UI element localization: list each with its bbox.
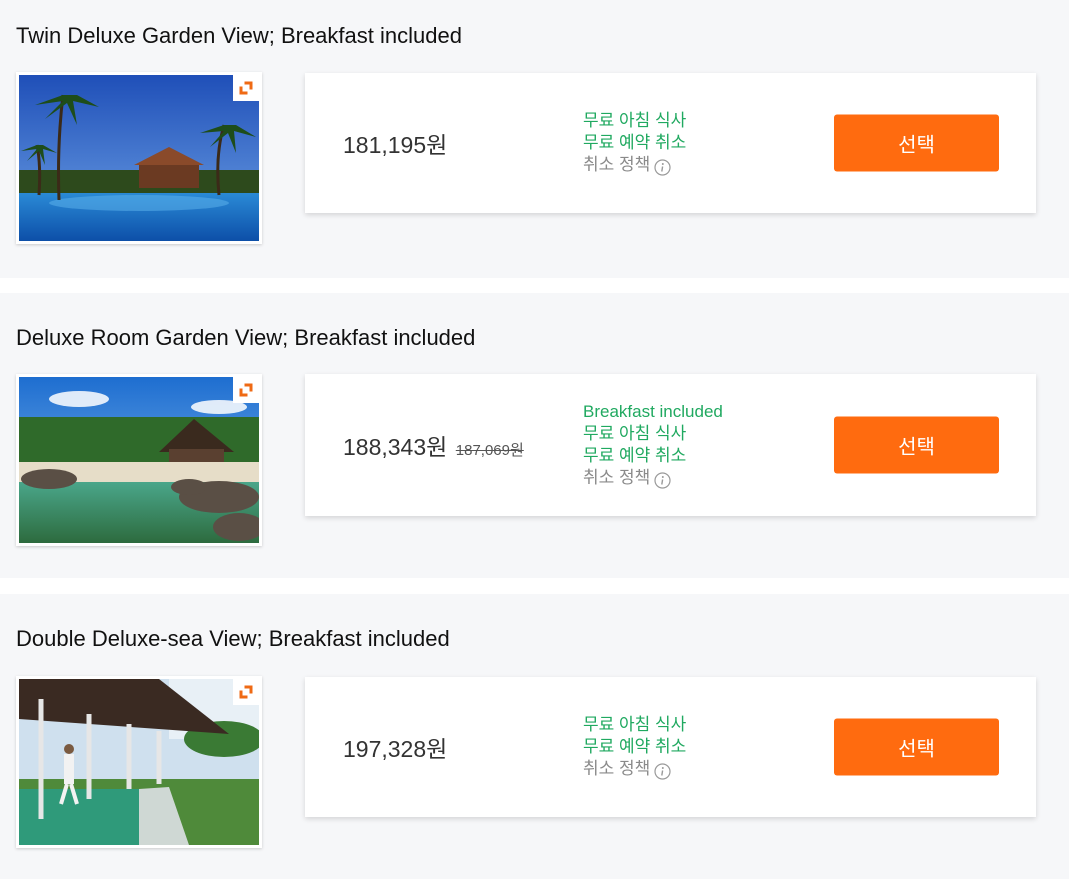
pool-photo: [19, 75, 259, 241]
rate-card: 181,195원 무료 아침 식사 무료 예약 취소 취소 정책 선택: [305, 73, 1036, 213]
price: 181,195원: [343, 132, 448, 158]
room-photo[interactable]: [16, 374, 262, 546]
benefits-list: 무료 아침 식사 무료 예약 취소 취소 정책: [583, 714, 686, 780]
room-listing-1: Twin Deluxe Garden View; Breakfast inclu…: [0, 0, 1069, 278]
info-icon[interactable]: [654, 471, 671, 489]
benefits-list: 무료 아침 식사 무료 예약 취소 취소 정책: [583, 110, 686, 176]
price-block: 188,343원 187,069원: [343, 428, 524, 462]
expand-icon[interactable]: [233, 377, 259, 403]
expand-icon[interactable]: [233, 75, 259, 101]
room-listing-3: Double Deluxe-sea View; Breakfast includ…: [0, 594, 1069, 879]
select-button[interactable]: 선택: [834, 718, 999, 776]
benefit-free-cancellation: 무료 예약 취소: [583, 737, 687, 756]
info-icon[interactable]: [654, 158, 671, 176]
rate-card: 197,328원 무료 아침 식사 무료 예약 취소 취소 정책 선택: [305, 677, 1036, 817]
golf-range-photo: [19, 679, 259, 845]
info-icon[interactable]: [654, 762, 671, 780]
policy-label: 취소 정책: [583, 759, 651, 778]
benefit-free-cancellation: 무료 예약 취소: [583, 133, 687, 152]
policy-label: 취소 정책: [583, 468, 651, 487]
price-block: 181,195원: [343, 126, 447, 160]
rate-card: 188,343원 187,069원 Breakfast included 무료 …: [305, 374, 1036, 516]
room-title: Double Deluxe-sea View; Breakfast includ…: [16, 626, 450, 651]
price: 197,328원: [343, 736, 448, 762]
select-button[interactable]: 선택: [834, 416, 999, 474]
room-title: Twin Deluxe Garden View; Breakfast inclu…: [16, 23, 462, 48]
benefit-free-breakfast: 무료 아침 식사: [583, 424, 687, 443]
cancellation-policy-link[interactable]: 취소 정책: [583, 467, 723, 489]
room-listing-2: Deluxe Room Garden View; Breakfast inclu…: [0, 293, 1069, 578]
room-title: Deluxe Room Garden View; Breakfast inclu…: [16, 325, 476, 350]
benefit-breakfast-included: Breakfast included: [583, 402, 723, 421]
select-button[interactable]: 선택: [834, 114, 999, 172]
room-photo[interactable]: [16, 676, 262, 848]
benefits-list: Breakfast included 무료 아침 식사 무료 예약 취소 취소 …: [583, 401, 723, 489]
benefit-free-cancellation: 무료 예약 취소: [583, 446, 687, 465]
benefit-free-breakfast: 무료 아침 식사: [583, 111, 687, 130]
price-block: 197,328원: [343, 730, 447, 764]
cancellation-policy-link[interactable]: 취소 정책: [583, 154, 686, 176]
benefit-free-breakfast: 무료 아침 식사: [583, 715, 687, 734]
original-price: 187,069원: [455, 442, 524, 459]
policy-label: 취소 정책: [583, 155, 651, 174]
room-photo[interactable]: [16, 72, 262, 244]
price: 188,343원: [343, 434, 448, 460]
cancellation-policy-link[interactable]: 취소 정책: [583, 758, 686, 780]
expand-icon[interactable]: [233, 679, 259, 705]
beach-photo: [19, 377, 259, 543]
